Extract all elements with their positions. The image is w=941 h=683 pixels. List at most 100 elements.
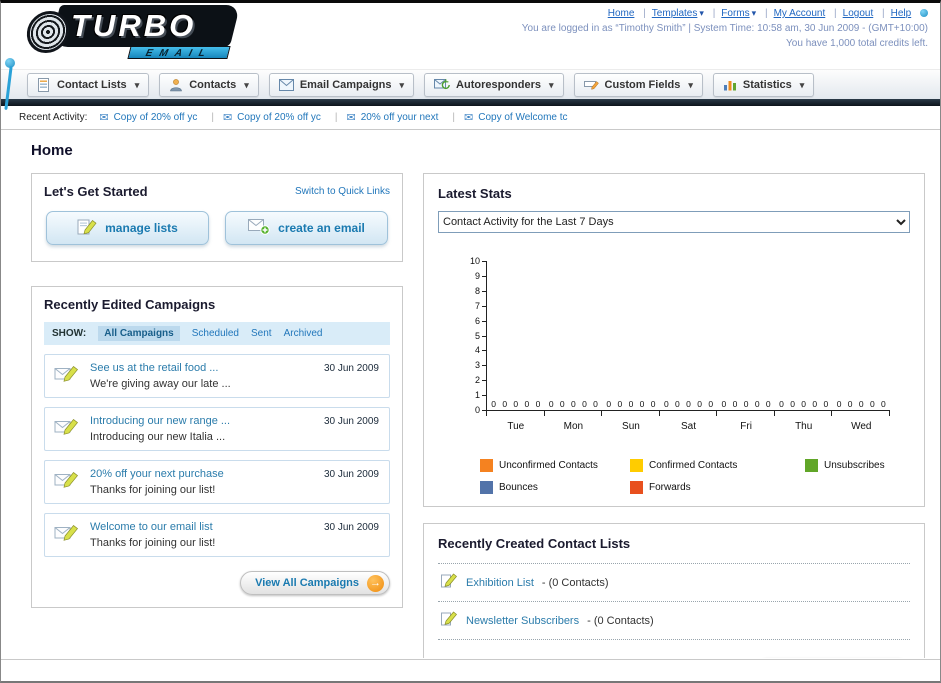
campaign-row[interactable]: Introducing our new range ... Introducin… [44,407,390,451]
legend-item: Bounces [480,481,630,494]
chart-value-labels: 0 0 0 0 0 [548,399,598,409]
email-campaigns-icon [278,78,294,91]
view-all-campaigns-button[interactable]: View All Campaigns [240,571,390,595]
campaign-row[interactable]: Welcome to our email list Thanks for joi… [44,513,390,557]
legend-item: Forwards [630,481,805,494]
legend-item: Unconfirmed Contacts [480,459,630,472]
filter-archived[interactable]: Archived [284,328,323,339]
switch-quick-links-link[interactable]: Switch to Quick Links [295,186,390,197]
campaign-title-link[interactable]: Welcome to our email list [90,521,215,533]
campaign-date: 30 Jun 2009 [323,363,379,374]
campaign-title-link[interactable]: See us at the retail food ... [90,362,231,374]
recent-activity-link[interactable]: Copy of Welcome tc [478,112,567,123]
top-link-templates[interactable]: Templates [652,8,698,19]
page-title: Home [31,142,73,159]
contact-list-detail: - (0 Contacts) [587,614,654,627]
recent-activity-item[interactable]: Copy of 20% off yc [223,111,347,124]
nav-tab-custom-fields[interactable]: Custom Fields [573,72,703,97]
contact-list-item[interactable]: Exhibition List - (0 Contacts) [438,564,910,602]
recent-activity-item[interactable]: 20% off your next [347,111,464,124]
main-content: Home Let's Get Started Switch to Quick L… [1,130,940,658]
pencil-page-icon [77,218,97,239]
recent-activity-item[interactable]: Copy of Welcome tc [464,111,567,124]
nav-tab-autoresponders[interactable]: Autoresponders [424,72,564,97]
top-link-home[interactable]: Home [608,8,635,19]
contact-list-link[interactable]: Exhibition List [466,577,534,589]
contact-list-link[interactable]: Newsletter Subscribers [466,615,579,627]
chevron-down-icon [750,8,757,19]
chart-value-labels: 0 0 0 0 0 [836,399,886,409]
recent-activity-link[interactable]: Copy of 20% off yc [237,112,321,123]
logo-title: TURBO [71,8,197,43]
filter-scheduled[interactable]: Scheduled [192,328,239,339]
create-email-label: create an email [278,221,365,235]
manage-lists-button[interactable]: manage lists [46,211,209,245]
recent-activity-link[interactable]: 20% off your next [361,112,439,123]
nav-tab-label: Statistics [742,78,792,91]
nav-tab-label: Email Campaigns [299,78,392,91]
recent-activity-link[interactable]: Copy of 20% off yc [114,112,198,123]
y-axis-tick-mark [482,290,487,292]
top-link-help[interactable]: Help [891,8,912,19]
campaign-date: 30 Jun 2009 [323,416,379,427]
legend-swatch-icon [480,459,493,472]
latest-stats-title: Latest Stats [438,186,512,201]
campaign-subtitle: We're giving away our late ... [90,378,231,390]
contact-activity-chart: 0 0 0 0 0 Tue 0 0 0 0 0 Mon 0 0 0 0 0 Sun 0 0 … [442,256,906,455]
chevron-down-icon [547,79,554,91]
x-axis-tick-label: Thu [795,421,813,432]
campaign-title-link[interactable]: Introducing our new range ... [90,415,230,427]
campaign-date: 30 Jun 2009 [323,522,379,533]
header-right: Home Templates Forms My Account Logout H… [522,8,928,49]
nav-tab-contacts[interactable]: Contacts [159,72,259,97]
top-nav: Home Templates Forms My Account Logout H… [522,8,928,19]
campaign-row[interactable]: 20% off your next purchase Thanks for jo… [44,460,390,504]
stats-period-select[interactable]: Contact Activity for the Last 7 Days [438,211,910,233]
campaign-date: 30 Jun 2009 [323,469,379,480]
recent-contact-lists-panel: Recently Created Contact Lists Exhibitio… [423,523,925,658]
nav-tab-email-campaigns[interactable]: Email Campaigns [268,72,415,97]
chart-day-group: 0 0 0 0 0 Tue [487,261,545,432]
y-axis-tick-label: 7 [474,300,480,311]
y-axis-tick-label: 9 [474,270,480,281]
chart-legend: Unconfirmed Contacts Confirmed Contacts Un… [480,459,910,494]
top-link-logout[interactable]: Logout [843,8,874,19]
autoresponders-icon [434,78,450,91]
pencil-envelope-icon [54,521,80,549]
chevron-down-icon [697,8,704,19]
chart-groups: 0 0 0 0 0 Tue 0 0 0 0 0 Mon 0 0 0 0 0 Sun 0 0 … [487,261,890,432]
contact-lists-icon [37,77,51,92]
y-axis-tick-mark [482,320,487,322]
nav-tab-statistics[interactable]: Statistics [712,72,815,97]
status-dot-icon [920,9,928,18]
x-axis-tick-label: Wed [851,421,872,432]
contact-list-item[interactable]: Newsletter Subscribers - (0 Contacts) [438,602,910,640]
view-all-campaigns-label: View All Campaigns [255,577,359,589]
recent-activity-item[interactable]: Copy of 20% off yc [99,111,223,124]
chevron-down-icon [686,79,693,91]
filter-sent[interactable]: Sent [251,328,272,339]
nav-tab-label: Custom Fields [604,78,681,91]
pencil-envelope-icon [54,362,80,390]
pencil-envelope-icon [54,468,80,496]
nav-tab-contact-lists[interactable]: Contact Lists [27,72,150,97]
legend-swatch-icon [805,459,818,472]
top-link-my-account[interactable]: My Account [774,8,826,19]
create-email-button[interactable]: create an email [225,211,388,245]
recent-campaigns-panel: Recently Edited Campaigns SHOW: All Camp… [31,286,403,608]
campaign-subtitle: Thanks for joining our list! [90,484,216,496]
contacts-icon [169,78,183,92]
top-link-forms[interactable]: Forms [721,8,749,19]
legend-swatch-icon [630,481,643,494]
filter-all-campaigns[interactable]: All Campaigns [98,326,180,341]
chart-day-group: 0 0 0 0 0 Sun [602,261,660,432]
app-logo[interactable]: TURBO EMAIL [11,5,261,65]
campaigns-title: Recently Edited Campaigns [44,297,216,312]
chart-day-group: 0 0 0 0 0 Thu [775,261,833,432]
campaign-row[interactable]: See us at the retail food ... We're givi… [44,354,390,398]
chart-value-labels: 0 0 0 0 0 [606,399,656,409]
y-axis-tick-label: 10 [469,256,480,266]
main-nav: Contact Lists Contacts Email Campaigns A… [1,69,940,99]
envelope-icon [99,111,108,124]
campaign-title-link[interactable]: 20% off your next purchase [90,468,224,480]
